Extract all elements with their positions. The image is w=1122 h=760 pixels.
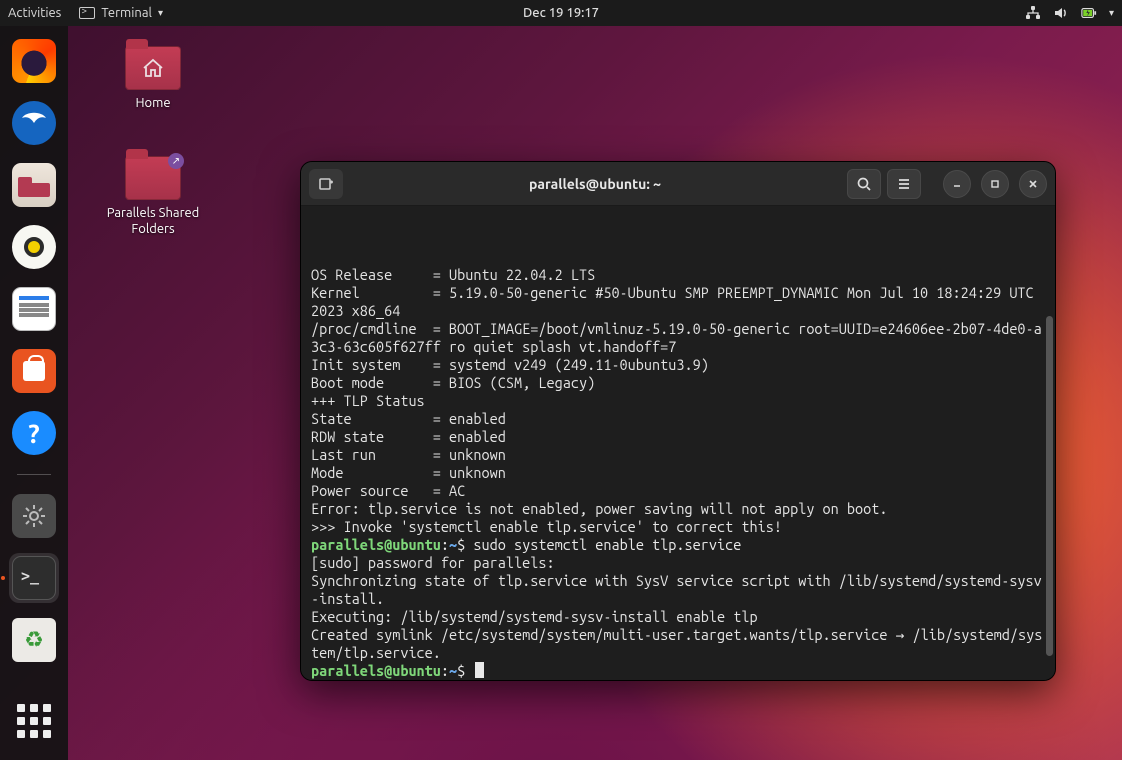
- battery-icon[interactable]: [1081, 5, 1097, 21]
- dock: ? ♻: [0, 26, 68, 760]
- hamburger-menu-button[interactable]: [887, 169, 921, 199]
- maximize-button[interactable]: [981, 170, 1009, 198]
- chevron-down-icon: ▾: [158, 7, 163, 19]
- trash-icon: ♻: [12, 618, 56, 662]
- terminal-window: parallels@ubuntu: ~ OS Release = Ubuntu …: [300, 161, 1056, 681]
- clock[interactable]: Dec 19 19:17: [523, 6, 599, 20]
- gear-icon: [12, 494, 56, 538]
- app-menu-label: Terminal: [101, 6, 152, 20]
- writer-icon: [12, 287, 56, 331]
- thunderbird-icon: [12, 101, 56, 145]
- firefox-icon: [12, 39, 56, 83]
- app-menu[interactable]: Terminal ▾: [79, 6, 163, 20]
- terminal-icon: [12, 556, 56, 600]
- window-titlebar[interactable]: parallels@ubuntu: ~: [301, 162, 1055, 206]
- dock-writer[interactable]: [9, 284, 59, 334]
- dock-thunderbird[interactable]: [9, 98, 59, 148]
- dock-software[interactable]: [9, 346, 59, 396]
- terminal-content[interactable]: OS Release = Ubuntu 22.04.2 LTSKernel = …: [301, 206, 1055, 680]
- search-button[interactable]: [847, 169, 881, 199]
- window-title: parallels@ubuntu: ~: [349, 176, 841, 192]
- dock-settings[interactable]: [9, 491, 59, 541]
- home-icon: [126, 47, 180, 89]
- dock-terminal[interactable]: [9, 553, 59, 603]
- close-button[interactable]: [1019, 170, 1047, 198]
- dock-rhythmbox[interactable]: [9, 222, 59, 272]
- dock-help[interactable]: ?: [9, 408, 59, 458]
- desktop-icon-home[interactable]: Home: [98, 46, 208, 112]
- desktop-icon-label: Home: [98, 96, 208, 112]
- desktop[interactable]: Home ↗ Parallels Shared Folders parallel…: [68, 26, 1122, 760]
- dock-files[interactable]: [9, 160, 59, 210]
- new-tab-button[interactable]: [309, 169, 343, 199]
- activities-button[interactable]: Activities: [8, 6, 61, 20]
- dock-firefox[interactable]: [9, 36, 59, 86]
- system-menu-chevron-icon[interactable]: ▾: [1109, 7, 1114, 19]
- software-icon: [12, 349, 56, 393]
- desktop-icon-label: Parallels Shared Folders: [88, 206, 218, 237]
- terminal-icon: [79, 7, 95, 19]
- show-applications-button[interactable]: [9, 696, 59, 746]
- network-icon[interactable]: [1025, 5, 1041, 21]
- files-icon: [12, 163, 56, 207]
- desktop-icon-shared[interactable]: ↗ Parallels Shared Folders: [88, 156, 218, 237]
- volume-icon[interactable]: [1053, 5, 1069, 21]
- help-icon: ?: [12, 411, 56, 455]
- dock-separator: [17, 474, 51, 475]
- minimize-button[interactable]: [943, 170, 971, 198]
- rhythmbox-icon: [12, 225, 56, 269]
- symlink-badge-icon: ↗: [168, 153, 184, 169]
- dock-trash[interactable]: ♻: [9, 615, 59, 665]
- scrollbar[interactable]: [1046, 316, 1053, 656]
- top-panel: Activities Terminal ▾ Dec 19 19:17 ▾: [0, 0, 1122, 26]
